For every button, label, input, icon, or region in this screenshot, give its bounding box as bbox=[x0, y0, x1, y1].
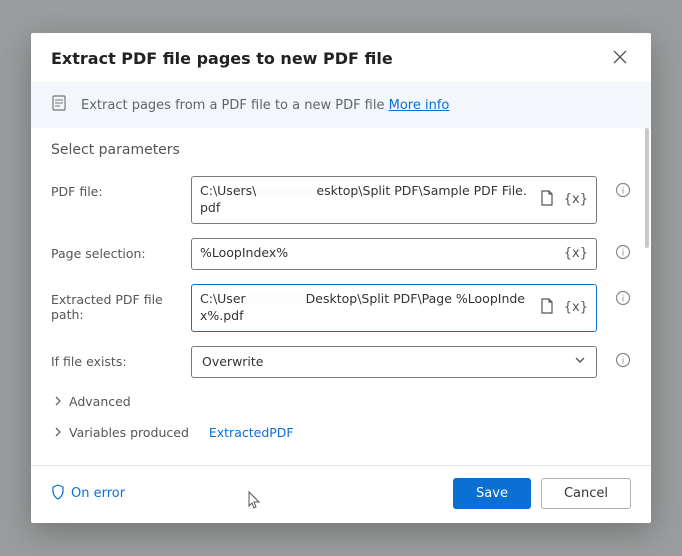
advanced-label: Advanced bbox=[69, 394, 131, 409]
produced-variable-name: ExtractedPDF bbox=[209, 425, 294, 440]
pdf-file-input[interactable]: C:\Users\esktop\Split PDF\Sample PDF Fil… bbox=[191, 176, 597, 224]
help-icon[interactable]: i bbox=[615, 176, 631, 202]
field-label: Extracted PDF file path: bbox=[51, 284, 181, 322]
svg-text:i: i bbox=[622, 248, 625, 258]
scrollbar-thumb[interactable] bbox=[645, 128, 649, 248]
field-if-exists: If file exists: Overwrite i bbox=[51, 346, 631, 379]
section-title: Select parameters bbox=[51, 142, 631, 158]
info-banner: Extract pages from a PDF file to a new P… bbox=[31, 82, 651, 128]
cancel-button[interactable]: Cancel bbox=[541, 478, 631, 509]
on-error-link[interactable]: On error bbox=[51, 484, 125, 504]
svg-text:i: i bbox=[622, 356, 625, 366]
select-value: Overwrite bbox=[202, 354, 574, 371]
dialog-footer: On error Save Cancel bbox=[31, 465, 651, 523]
variables-produced-expander[interactable]: Variables produced ExtractedPDF bbox=[53, 425, 631, 440]
help-icon[interactable]: i bbox=[615, 238, 631, 264]
advanced-expander[interactable]: Advanced bbox=[53, 394, 631, 409]
close-icon bbox=[613, 50, 627, 64]
svg-text:i: i bbox=[622, 187, 625, 197]
dialog-title: Extract PDF file pages to new PDF file bbox=[51, 49, 393, 68]
variable-icon[interactable]: {x} bbox=[564, 246, 588, 261]
input-value: C:\UserDesktop\Split PDF\Page %LoopIndex… bbox=[200, 291, 532, 325]
footer-buttons: Save Cancel bbox=[453, 478, 631, 509]
dialog-header: Extract PDF file pages to new PDF file bbox=[31, 33, 651, 82]
page-selection-input[interactable]: %LoopIndex% {x} bbox=[191, 238, 597, 270]
file-picker-icon[interactable] bbox=[540, 298, 554, 318]
chevron-right-icon bbox=[53, 425, 63, 440]
chevron-right-icon bbox=[53, 394, 63, 409]
vars-produced-label: Variables produced bbox=[69, 425, 189, 440]
on-error-label: On error bbox=[71, 486, 125, 501]
variable-icon[interactable]: {x} bbox=[564, 192, 588, 207]
file-picker-icon[interactable] bbox=[540, 190, 554, 210]
dialog-body: Select parameters PDF file: C:\Users\esk… bbox=[31, 128, 651, 465]
redacted bbox=[256, 186, 316, 198]
field-extracted-path: Extracted PDF file path: C:\UserDesktop\… bbox=[51, 284, 631, 332]
shield-icon bbox=[51, 484, 65, 504]
if-exists-select[interactable]: Overwrite bbox=[191, 346, 597, 379]
save-button[interactable]: Save bbox=[453, 478, 531, 509]
banner-text: Extract pages from a PDF file to a new P… bbox=[81, 98, 449, 113]
chevron-down-icon bbox=[574, 354, 586, 370]
pdf-icon bbox=[51, 94, 69, 116]
variable-icon[interactable]: {x} bbox=[564, 300, 588, 315]
field-label: PDF file: bbox=[51, 176, 181, 199]
help-icon[interactable]: i bbox=[615, 346, 631, 372]
field-label: If file exists: bbox=[51, 346, 181, 369]
more-info-link[interactable]: More info bbox=[389, 98, 450, 113]
input-value: %LoopIndex% bbox=[200, 245, 556, 262]
redacted bbox=[246, 293, 306, 305]
svg-text:i: i bbox=[622, 294, 625, 304]
extracted-path-input[interactable]: C:\UserDesktop\Split PDF\Page %LoopIndex… bbox=[191, 284, 597, 332]
field-pdf-file: PDF file: C:\Users\esktop\Split PDF\Samp… bbox=[51, 176, 631, 224]
extract-pdf-dialog: Extract PDF file pages to new PDF file E… bbox=[31, 33, 651, 523]
field-page-selection: Page selection: %LoopIndex% {x} i bbox=[51, 238, 631, 270]
close-button[interactable] bbox=[609, 47, 631, 70]
field-label: Page selection: bbox=[51, 238, 181, 261]
help-icon[interactable]: i bbox=[615, 284, 631, 310]
input-value: C:\Users\esktop\Split PDF\Sample PDF Fil… bbox=[200, 183, 532, 217]
